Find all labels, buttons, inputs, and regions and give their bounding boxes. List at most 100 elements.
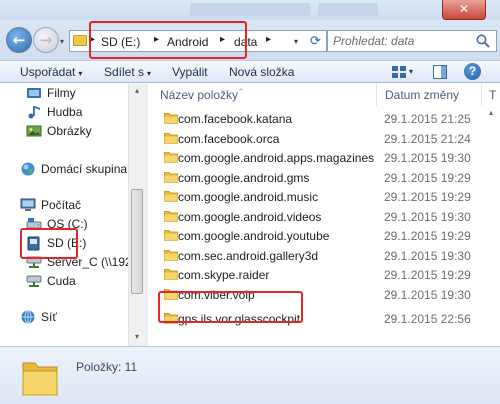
sidebar-item-label: Filmy: [47, 86, 76, 100]
scroll-up-icon[interactable]: ▴: [129, 86, 145, 95]
new-folder-button[interactable]: Nová složka: [229, 65, 294, 79]
folder-icon: [164, 152, 178, 163]
search-input[interactable]: [333, 33, 473, 49]
table-row[interactable]: com.google.android.apps.magazines 29.1.20…: [148, 148, 500, 167]
back-button[interactable]: ←: [6, 27, 32, 53]
folder-icon: [164, 288, 178, 300]
file-name: com.google.android.apps.magazines: [178, 151, 375, 165]
modified-date: 29.1.2015 19:30: [384, 209, 471, 224]
network-drive-icon: [26, 256, 42, 268]
sidebar-scrollbar[interactable]: ▴ ▾: [128, 84, 145, 346]
file-name: com.skype.raider: [178, 268, 270, 282]
address-bar[interactable]: ▸ SD (E:) ▸ Android ▸ data ▸ ▾ ⟳: [69, 30, 327, 52]
folder-icon: [164, 210, 178, 222]
table-row[interactable]: gps.ils.vor.glasscockpit29.1.2015 22:56S: [148, 309, 500, 328]
breadcrumb-android[interactable]: Android: [167, 35, 208, 49]
file-name: com.google.android.videos: [178, 209, 322, 224]
pictures-icon: [26, 125, 42, 137]
change-view-icon[interactable]: [392, 66, 406, 78]
item-count: Položky: 11: [76, 360, 138, 374]
scroll-up-icon[interactable]: ▴: [483, 108, 499, 117]
column-header-name[interactable]: ^ Název položky: [148, 84, 376, 106]
recent-pages-dropdown[interactable]: ▾: [60, 37, 64, 46]
window-close-button[interactable]: ✕: [442, 0, 486, 20]
share-with-button[interactable]: Sdílet s ▾: [104, 65, 151, 79]
table-row[interactable]: com.sec.android.gallery3d 29.1.2015 19:30…: [148, 246, 500, 265]
breadcrumb-separator[interactable]: ▸: [220, 34, 225, 45]
folder-icon: [164, 313, 178, 324]
table-row[interactable]: com.facebook.katana29.1.2015 21:25S: [148, 109, 500, 128]
modified-date: 29.1.2015 19:29: [384, 229, 471, 243]
folder-icon: [164, 113, 178, 124]
table-row[interactable]: com.google.android.youtube 29.1.2015 19:2…: [148, 226, 500, 245]
modified-date: 29.1.2015 19:30: [384, 287, 471, 302]
music-icon: [28, 106, 40, 119]
address-dropdown-icon[interactable]: ▾: [294, 37, 298, 46]
file-name: com.viber.voip: [178, 287, 255, 302]
breadcrumb-separator[interactable]: ▸: [90, 34, 95, 45]
chevron-down-icon: ▾: [78, 69, 83, 78]
back-arrow-icon: ←: [12, 31, 26, 49]
table-row[interactable]: com.google.android.gms29.1.2015 19:29S: [148, 168, 500, 187]
search-box[interactable]: [327, 30, 497, 52]
view-options-dropdown[interactable]: ▾: [409, 67, 413, 76]
network-icon: [21, 310, 35, 324]
search-icon[interactable]: [475, 33, 491, 49]
column-header-date[interactable]: Datum změny: [377, 84, 481, 106]
details-pane: Položky: 11: [0, 346, 500, 404]
table-row[interactable]: com.facebook.orca29.1.2015 21:24S: [148, 129, 500, 148]
background-window-strip: ✕: [0, 0, 500, 20]
breadcrumb-data[interactable]: data: [234, 35, 257, 49]
chevron-down-icon: ▾: [147, 69, 152, 78]
background-tab: [190, 3, 310, 16]
column-header-label: T: [489, 88, 497, 102]
table-row[interactable]: com.google.android.music29.1.2015 19:29S: [148, 187, 500, 206]
computer-icon: [20, 198, 36, 211]
table-row[interactable]: com.google.android.videos 29.1.2015 19:30…: [148, 207, 500, 226]
folder-icon: [164, 269, 178, 280]
refresh-icon[interactable]: ⟳: [310, 34, 321, 49]
breadcrumb-sd-drive[interactable]: SD (E:): [101, 35, 140, 49]
file-name: com.facebook.katana: [178, 112, 293, 126]
help-icon[interactable]: ?: [464, 63, 481, 80]
close-icon: ✕: [458, 2, 470, 16]
preview-pane-icon[interactable]: [433, 65, 447, 79]
folder-icon: [164, 249, 178, 261]
table-row[interactable]: com.viber.voip29.1.2015 19:30S: [148, 285, 500, 304]
modified-date: 29.1.2015 19:29: [384, 268, 471, 282]
modified-date: 29.1.2015 21:25: [384, 112, 471, 126]
modified-date: 29.1.2015 19:30: [384, 248, 471, 263]
file-name: com.sec.android.gallery3d: [178, 248, 319, 263]
file-name: com.google.android.gms: [178, 170, 310, 185]
movies-icon: [27, 88, 41, 98]
file-name: com.google.android.music: [178, 190, 319, 204]
folder-icon: [164, 132, 178, 144]
file-name: com.facebook.orca: [178, 131, 280, 146]
organize-button[interactable]: Uspořádat ▾: [20, 65, 82, 79]
share-label: Sdílet s: [104, 65, 145, 79]
folder-icon: [164, 191, 178, 202]
file-name: gps.ils.vor.glasscockpit: [178, 312, 301, 326]
modified-date: 29.1.2015 19:29: [384, 170, 471, 185]
column-header-label: Název položky: [160, 88, 239, 102]
sidebar-item-label: SD (E:): [47, 236, 87, 250]
sidebar-item-label: Domácí skupina: [41, 162, 128, 176]
modified-date: 29.1.2015 21:24: [384, 131, 471, 146]
modified-date: 29.1.2015 19:29: [384, 190, 471, 204]
table-row[interactable]: com.skype.raider29.1.2015 19:29S: [148, 265, 500, 284]
folder-icon: [164, 230, 178, 241]
breadcrumb-separator[interactable]: ▸: [266, 34, 271, 45]
forward-arrow-icon: →: [39, 31, 53, 49]
file-list-scrollbar[interactable]: ▴: [483, 106, 500, 346]
breadcrumb-separator[interactable]: ▸: [154, 34, 159, 45]
sidebar-item-label: Cuda: [47, 274, 76, 288]
organize-label: Uspořádat: [20, 65, 76, 79]
column-header-type[interactable]: T: [482, 84, 500, 106]
burn-button[interactable]: Vypálit: [172, 65, 208, 79]
column-header-label: Datum změny: [385, 88, 460, 102]
forward-button[interactable]: →: [33, 27, 59, 53]
scrollbar-thumb[interactable]: [131, 189, 143, 294]
sidebar-item-label: Hudba: [47, 105, 83, 119]
folder-icon: [73, 35, 87, 46]
scroll-down-icon[interactable]: ▾: [129, 332, 145, 341]
